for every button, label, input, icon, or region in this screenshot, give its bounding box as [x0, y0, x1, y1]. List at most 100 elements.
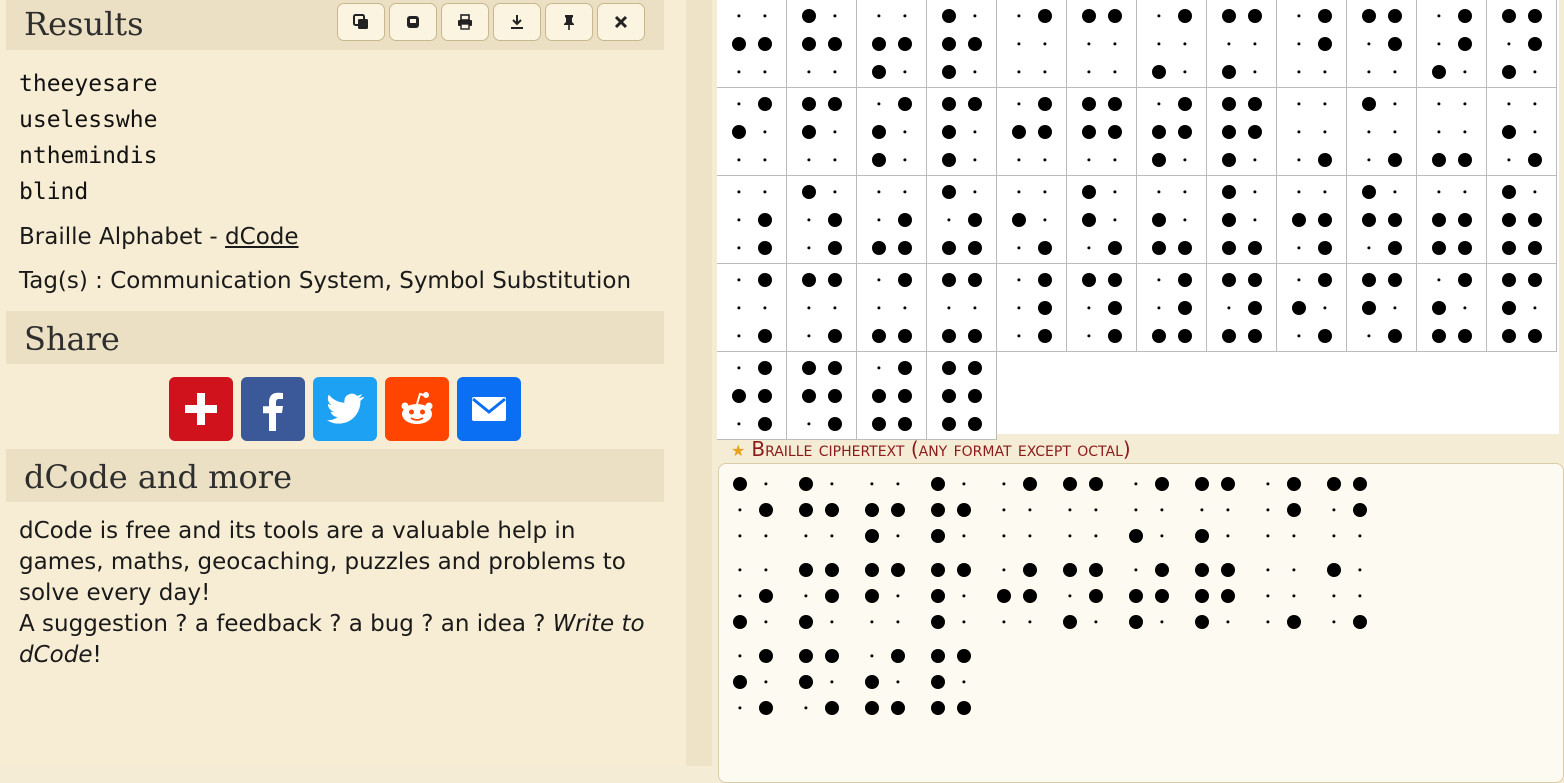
- share-reddit-button[interactable]: [385, 377, 449, 441]
- braille-dot-flat: [1437, 102, 1441, 106]
- braille-symbol-cell[interactable]: [717, 0, 787, 88]
- braille-symbol-cell[interactable]: [717, 88, 787, 176]
- braille-dot-raised: [1248, 9, 1262, 23]
- braille-symbol-cell[interactable]: [1277, 0, 1347, 88]
- braille-symbol-cell[interactable]: [1417, 264, 1487, 352]
- braille-dot-raised: [1287, 615, 1301, 629]
- braille-symbol-cell[interactable]: [1207, 0, 1277, 88]
- braille-symbol-cell[interactable]: [787, 88, 857, 176]
- braille-symbol-cell[interactable]: [1487, 88, 1557, 176]
- braille-dot-raised: [1248, 329, 1262, 343]
- braille-symbol-cell[interactable]: [1347, 0, 1417, 88]
- braille-dot-flat: [1017, 306, 1021, 310]
- braille-symbol-cell[interactable]: [717, 352, 787, 440]
- close-button[interactable]: [597, 3, 645, 41]
- braille-symbol-cell[interactable]: [1347, 176, 1417, 264]
- braille-symbol-cell[interactable]: [927, 0, 997, 88]
- panel-divider[interactable]: [686, 0, 712, 766]
- braille-symbol-cell[interactable]: [1207, 88, 1277, 176]
- copy-button[interactable]: [337, 3, 385, 41]
- download-button[interactable]: [493, 3, 541, 41]
- braille-dot-flat: [1043, 158, 1047, 162]
- braille-symbol-cell[interactable]: [857, 88, 927, 176]
- braille-dot-flat: [1358, 568, 1362, 572]
- braille-symbol-cell[interactable]: [1067, 88, 1137, 176]
- braille-symbol-cell[interactable]: [1137, 0, 1207, 88]
- pin-button[interactable]: [545, 3, 593, 41]
- braille-symbol-cell[interactable]: [997, 0, 1067, 88]
- braille-symbol-cell[interactable]: [927, 352, 997, 440]
- braille-symbol-cell[interactable]: [787, 264, 857, 352]
- braille-symbol-cell[interactable]: [997, 88, 1067, 176]
- braille-symbol-cell[interactable]: [787, 352, 857, 440]
- braille-symbol-cell[interactable]: [997, 176, 1067, 264]
- braille-dot-flat: [833, 70, 837, 74]
- braille-symbol-cell[interactable]: [997, 264, 1067, 352]
- braille-symbol-cell[interactable]: [1487, 176, 1557, 264]
- braille-dot-flat: [870, 620, 874, 624]
- braille-symbol-cell[interactable]: [787, 176, 857, 264]
- braille-symbol-cell[interactable]: [1277, 264, 1347, 352]
- braille-symbol-cell[interactable]: [787, 0, 857, 88]
- braille-dot-raised: [942, 273, 956, 287]
- braille-symbol-cell[interactable]: [717, 176, 787, 264]
- braille-symbol-cell[interactable]: [927, 176, 997, 264]
- share-facebook-button[interactable]: [241, 377, 305, 441]
- braille-dot-raised: [942, 65, 956, 79]
- braille-dot-raised: [942, 361, 956, 375]
- ciphertext-braille-char: [1123, 556, 1189, 636]
- braille-symbol-cell[interactable]: [1067, 0, 1137, 88]
- braille-symbol-cell[interactable]: [1417, 176, 1487, 264]
- braille-symbol-cell[interactable]: [1487, 0, 1557, 88]
- braille-dot-raised: [872, 153, 886, 167]
- braille-symbol-cell[interactable]: [1067, 264, 1137, 352]
- pin-icon: [564, 15, 574, 30]
- ciphertext-braille-char: [1189, 470, 1255, 550]
- braille-dot-raised: [1502, 185, 1516, 199]
- braille-dot-raised: [931, 589, 945, 603]
- braille-symbol-cell[interactable]: [857, 176, 927, 264]
- braille-dot-raised: [1038, 329, 1052, 343]
- print-button[interactable]: [441, 3, 489, 41]
- braille-dot-raised: [931, 563, 945, 577]
- braille-symbol-cell[interactable]: [1137, 176, 1207, 264]
- clear-button[interactable]: [389, 3, 437, 41]
- braille-dot-flat: [764, 568, 768, 572]
- braille-dot-flat: [896, 534, 900, 538]
- braille-symbol-cell[interactable]: [1067, 176, 1137, 264]
- share-email-button[interactable]: [457, 377, 521, 441]
- braille-symbol-cell[interactable]: [927, 264, 997, 352]
- braille-symbol-cell[interactable]: [1207, 176, 1277, 264]
- braille-symbol-cell[interactable]: [1137, 88, 1207, 176]
- braille-symbol-cell[interactable]: [1347, 88, 1417, 176]
- braille-dot-flat: [1068, 594, 1072, 598]
- braille-dot-raised: [942, 125, 956, 139]
- braille-symbol-cell[interactable]: [857, 264, 927, 352]
- braille-dot-raised: [758, 329, 772, 343]
- share-twitter-button[interactable]: [313, 377, 377, 441]
- braille-symbol-cell[interactable]: [1277, 88, 1347, 176]
- braille-symbol-cell[interactable]: [1417, 88, 1487, 176]
- braille-symbol-cell[interactable]: [1207, 264, 1277, 352]
- braille-dot-raised: [825, 649, 839, 663]
- dcode-more-line: A suggestion ? a feedback ? a bug ? an i…: [19, 609, 659, 671]
- braille-symbol-cell[interactable]: [1277, 176, 1347, 264]
- braille-dot-raised: [733, 615, 747, 629]
- braille-symbol-cell[interactable]: [1417, 0, 1487, 88]
- braille-dot-flat: [1068, 534, 1072, 538]
- ciphertext-input[interactable]: [718, 463, 1564, 783]
- braille-symbol-cell[interactable]: [927, 88, 997, 176]
- braille-dot-flat: [1017, 190, 1021, 194]
- braille-dot-raised: [1362, 273, 1376, 287]
- braille-symbol-cell[interactable]: [1487, 264, 1557, 352]
- dcode-link[interactable]: dCode: [225, 224, 298, 250]
- braille-symbol-cell[interactable]: [857, 352, 927, 440]
- braille-dot-flat: [807, 158, 811, 162]
- braille-symbol-cell[interactable]: [1137, 264, 1207, 352]
- braille-dot-flat: [947, 306, 951, 310]
- braille-symbol-cell[interactable]: [1347, 264, 1417, 352]
- braille-dot-raised: [825, 701, 839, 715]
- share-add-button[interactable]: [169, 377, 233, 441]
- braille-symbol-cell[interactable]: [857, 0, 927, 88]
- braille-symbol-cell[interactable]: [717, 264, 787, 352]
